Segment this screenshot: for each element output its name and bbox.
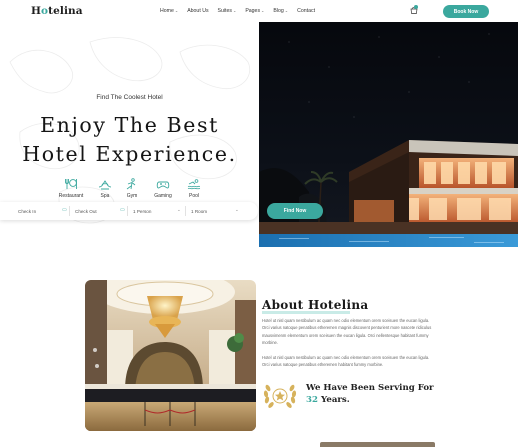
divider	[127, 206, 128, 216]
brand-logo[interactable]: Hotelina	[31, 5, 83, 17]
serving-years-word: Years.	[317, 395, 350, 405]
chevron-down-icon: ⌄	[232, 8, 237, 13]
serving-line-1: We Have Been Serving For	[306, 383, 434, 393]
hero-title-line-2: Hotel Experience.	[22, 142, 237, 166]
nav-item-suites[interactable]: Suites⌄	[218, 8, 237, 14]
hero-tagline: Find The Coolest Hotel	[96, 94, 163, 101]
serving-years-text: We Have Been Serving For 32 Years.	[306, 382, 434, 406]
persons-select[interactable]: 1 Person	[133, 202, 183, 220]
amenity-label: Pool	[188, 193, 199, 199]
title-highlight	[262, 311, 350, 314]
hero-title-line-1: Enjoy The Best	[40, 113, 219, 137]
hotel-lobby-image	[85, 280, 256, 431]
chevron-down-icon: ⌄	[261, 8, 265, 13]
nav-item-about-us[interactable]: About Us	[187, 8, 208, 14]
serving-years-number: 32	[306, 395, 318, 405]
check-in-field[interactable]: Check In	[18, 202, 68, 220]
chevron-down-icon: ⌄	[235, 207, 239, 212]
spa-icon	[98, 180, 112, 190]
nav-item-blog[interactable]: Blog⌄	[273, 8, 288, 14]
main-nav: Home⌄ About Us Suites⌄ Pages⌄ Blog⌄ Cont…	[160, 8, 324, 14]
lobby-photo	[85, 280, 256, 431]
about-title: About Hotelina	[262, 298, 369, 312]
gym-icon	[126, 178, 136, 190]
laurel-award-icon	[263, 384, 297, 408]
rooms-select[interactable]: 1 Room	[191, 202, 241, 220]
nav-item-home[interactable]: Home⌄	[160, 8, 178, 14]
gaming-icon	[156, 181, 170, 189]
nav-item-pages[interactable]: Pages⌄	[245, 8, 264, 14]
chevron-down-icon: ⌄	[174, 8, 179, 13]
next-section-image-edge	[320, 442, 435, 447]
calendar-icon: ▭	[120, 207, 125, 213]
check-out-field[interactable]: Check Out	[75, 202, 125, 220]
about-paragraph-1: Hotel ut nisl quam nestibulum ac quam ne…	[262, 318, 432, 346]
site-header: Hotelina Home⌄ About Us Suites⌄ Pages⌄ B…	[0, 0, 518, 22]
booking-form: Check In ▭ Check Out ▭ 1 Person ⌄ 1 Room…	[0, 202, 258, 220]
find-now-button[interactable]: Find Now	[267, 203, 323, 219]
about-paragraph-2: Hotel ut nisl quam nestibulum ac quam ne…	[262, 355, 430, 368]
serving-line-2: 32 Years.	[306, 394, 434, 406]
chevron-down-icon: ⌄	[284, 8, 289, 13]
divider	[69, 206, 70, 216]
amenity-pool[interactable]: Pool	[174, 178, 214, 199]
divider	[185, 206, 186, 216]
nav-item-contact[interactable]: Contact	[297, 8, 315, 14]
cart-badge	[414, 5, 418, 9]
pool-icon	[187, 179, 201, 190]
chevron-down-icon: ⌄	[177, 207, 181, 212]
restaurant-icon	[65, 179, 77, 189]
calendar-icon: ▭	[62, 207, 67, 213]
hero-title: Enjoy The Best Hotel Experience.	[0, 111, 259, 169]
book-now-button[interactable]: Book Now	[443, 5, 489, 18]
